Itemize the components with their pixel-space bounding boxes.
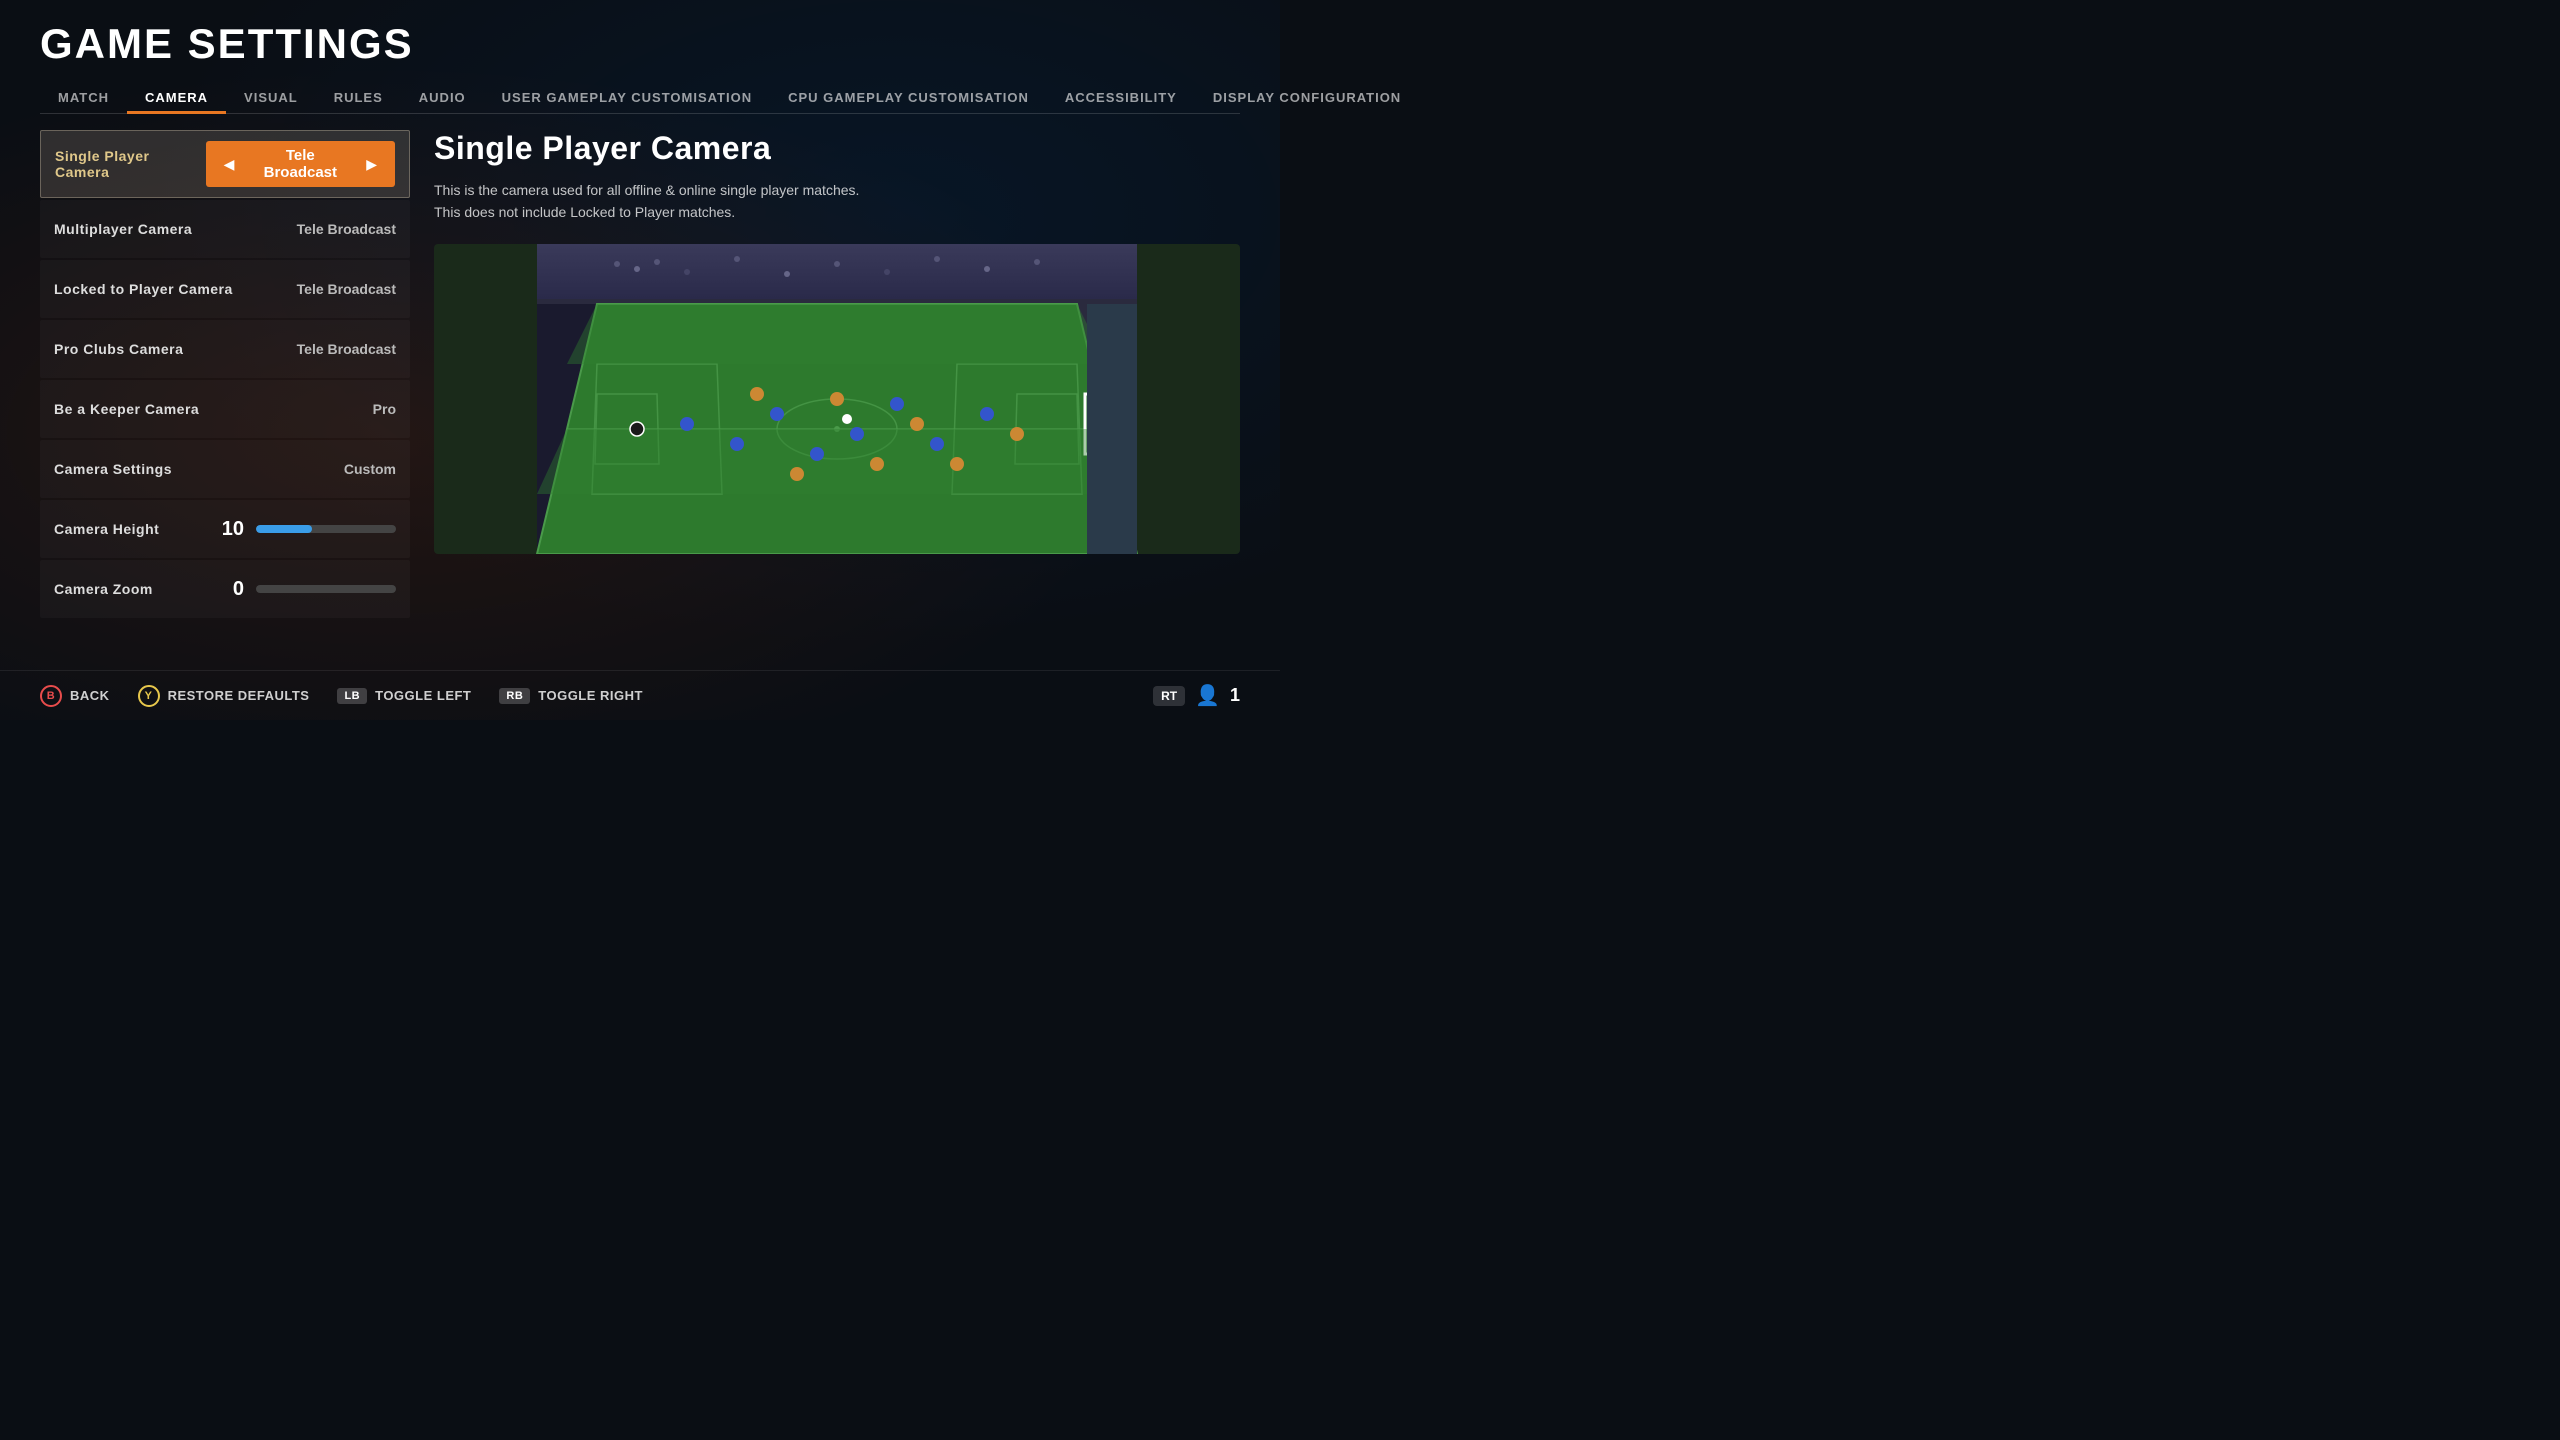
setting-locked-to-player-camera[interactable]: Locked to Player Camera Tele Broadcast [40, 260, 410, 318]
pro-clubs-camera-label: Pro Clubs Camera [54, 341, 183, 357]
single-player-camera-label: Single Player Camera [55, 148, 206, 180]
player-icon: 👤 [1195, 683, 1220, 708]
be-a-keeper-camera-label: Be a Keeper Camera [54, 401, 199, 417]
camera-zoom-value: 0 [216, 578, 244, 601]
multiplayer-camera-label: Multiplayer Camera [54, 221, 192, 237]
setting-be-a-keeper-camera[interactable]: Be a Keeper Camera Pro [40, 380, 410, 438]
info-title: Single Player Camera [434, 130, 1240, 167]
setting-single-player-camera[interactable]: Single Player Camera ◀ Tele Broadcast ▶ [40, 130, 410, 198]
tab-rules[interactable]: RULES [316, 82, 401, 113]
setting-camera-zoom[interactable]: Camera Zoom 0 [40, 560, 410, 618]
back-control: B Back [40, 685, 110, 707]
restore-defaults-label: Restore Defaults [168, 688, 310, 703]
tab-user-gameplay[interactable]: USER GAMEPLAY CUSTOMISATION [484, 82, 770, 113]
locked-to-player-camera-label: Locked to Player Camera [54, 281, 233, 297]
single-player-camera-value: Tele Broadcast [248, 147, 352, 181]
camera-settings-value: Custom [344, 461, 396, 477]
footer-right: RT 👤 1 [1153, 683, 1240, 708]
camera-preview [434, 244, 1240, 554]
right-panel: Single Player Camera This is the camera … [434, 130, 1240, 654]
setting-multiplayer-camera[interactable]: Multiplayer Camera Tele Broadcast [40, 200, 410, 258]
tab-display-config[interactable]: DISPLAY CONFIGURATION [1195, 82, 1419, 113]
camera-height-track[interactable] [256, 525, 396, 533]
settings-list: Single Player Camera ◀ Tele Broadcast ▶ … [40, 130, 410, 654]
header: GAME SETTINGS MATCH CAMERA VISUAL RULES … [0, 0, 1280, 114]
main-content: Single Player Camera ◀ Tele Broadcast ▶ … [0, 114, 1280, 670]
camera-height-slider-row: 10 [216, 518, 396, 541]
tab-camera[interactable]: CAMERA [127, 82, 226, 113]
field-preview-svg [434, 244, 1240, 554]
single-player-camera-value-box: ◀ Tele Broadcast ▶ [206, 141, 395, 187]
back-label: Back [70, 688, 110, 703]
footer: B Back Y Restore Defaults LB Toggle Left… [0, 670, 1280, 720]
y-button-icon: Y [138, 685, 160, 707]
tab-accessibility[interactable]: ACCESSIBILITY [1047, 82, 1195, 113]
page-title: GAME SETTINGS [40, 20, 1240, 68]
pro-clubs-camera-value: Tele Broadcast [297, 341, 396, 357]
setting-camera-height[interactable]: Camera Height 10 [40, 500, 410, 558]
rb-button-icon: RB [499, 688, 530, 704]
tab-visual[interactable]: VISUAL [226, 82, 316, 113]
single-player-camera-prev-btn[interactable]: ◀ [222, 156, 237, 173]
tab-cpu-gameplay[interactable]: CPU GAMEPLAY CUSTOMISATION [770, 82, 1047, 113]
footer-controls: B Back Y Restore Defaults LB Toggle Left… [40, 685, 643, 707]
toggle-left-label: Toggle Left [375, 688, 471, 703]
tab-audio[interactable]: AUDIO [401, 82, 484, 113]
locked-to-player-camera-value: Tele Broadcast [297, 281, 396, 297]
setting-pro-clubs-camera[interactable]: Pro Clubs Camera Tele Broadcast [40, 320, 410, 378]
setting-camera-settings[interactable]: Camera Settings Custom [40, 440, 410, 498]
camera-height-fill [256, 525, 312, 533]
rt-badge: RT [1153, 686, 1185, 706]
info-description: This is the camera used for all offline … [434, 179, 1240, 224]
player-count: 1 [1230, 685, 1240, 706]
camera-zoom-label: Camera Zoom [54, 581, 153, 597]
camera-zoom-track[interactable] [256, 585, 396, 593]
camera-height-value: 10 [216, 518, 244, 541]
lb-button-icon: LB [337, 688, 367, 704]
multiplayer-camera-value: Tele Broadcast [297, 221, 396, 237]
toggle-right-label: Toggle Right [538, 688, 643, 703]
camera-height-label: Camera Height [54, 521, 159, 537]
restore-defaults-control: Y Restore Defaults [138, 685, 310, 707]
be-a-keeper-camera-value: Pro [373, 401, 396, 417]
game-settings-page: GAME SETTINGS MATCH CAMERA VISUAL RULES … [0, 0, 1280, 720]
tab-match[interactable]: MATCH [40, 82, 127, 113]
nav-tabs: MATCH CAMERA VISUAL RULES AUDIO USER GAM… [40, 82, 1240, 114]
camera-settings-label: Camera Settings [54, 461, 172, 477]
camera-zoom-slider-row: 0 [216, 578, 396, 601]
single-player-camera-next-btn[interactable]: ▶ [364, 156, 379, 173]
toggle-left-control: LB Toggle Left [337, 688, 471, 704]
toggle-right-control: RB Toggle Right [499, 688, 643, 704]
b-button-icon: B [40, 685, 62, 707]
